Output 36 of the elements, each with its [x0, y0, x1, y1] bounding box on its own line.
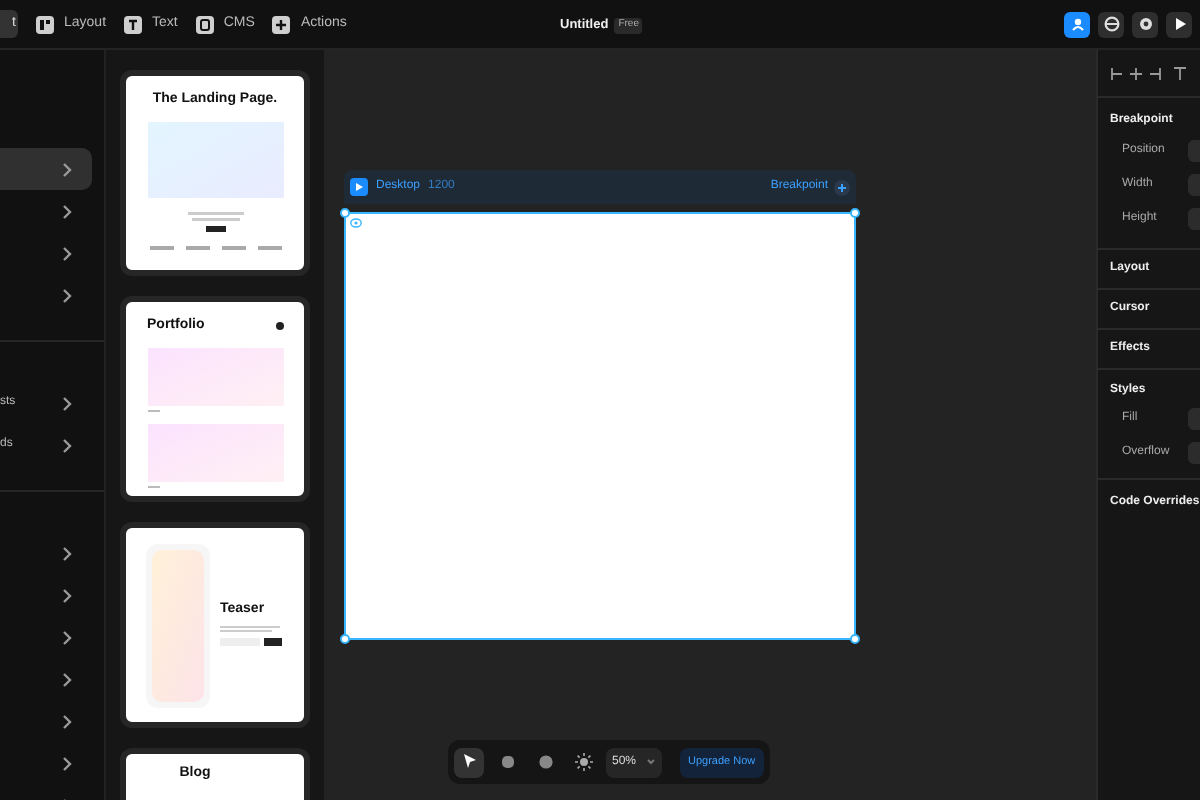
resize-handle[interactable] — [850, 634, 860, 644]
form-drawing — [220, 625, 284, 650]
resize-handle[interactable] — [340, 634, 350, 644]
chevron-icon — [62, 245, 72, 261]
chevron-icon — [62, 755, 72, 771]
eye-icon — [350, 218, 362, 228]
pointer-tool[interactable] — [454, 747, 484, 777]
caret-icon — [646, 758, 656, 766]
resize-handle[interactable] — [850, 208, 860, 218]
play-icon — [350, 178, 368, 196]
play-button[interactable] — [1166, 11, 1192, 37]
chevron-icon — [62, 671, 72, 687]
chevron-icon — [62, 203, 72, 219]
chevron-icon — [62, 395, 72, 411]
hero-image — [147, 121, 283, 197]
layout-icon — [36, 15, 54, 33]
alignment-icons-drawing — [1110, 65, 1190, 81]
chevron-icon — [62, 287, 72, 303]
sidebar-item[interactable] — [0, 148, 92, 190]
sun-icon — [571, 750, 595, 774]
globe-icon — [1099, 12, 1123, 36]
plus-icon — [834, 179, 850, 195]
chevron-icon — [62, 713, 72, 729]
chevron-icon — [62, 629, 72, 645]
resize-handle[interactable] — [340, 208, 350, 218]
dot-icon — [275, 322, 283, 331]
cms-icon — [195, 15, 214, 33]
chevron-icon — [62, 161, 72, 177]
user-button[interactable] — [1064, 11, 1090, 37]
globe-button[interactable] — [1098, 11, 1124, 37]
chevron-icon — [62, 545, 72, 561]
text-icon — [124, 15, 143, 33]
gallery-drawing — [147, 343, 283, 487]
actions-icon — [272, 15, 291, 33]
chevron-icon — [62, 437, 72, 453]
chevron-icon — [62, 587, 72, 603]
